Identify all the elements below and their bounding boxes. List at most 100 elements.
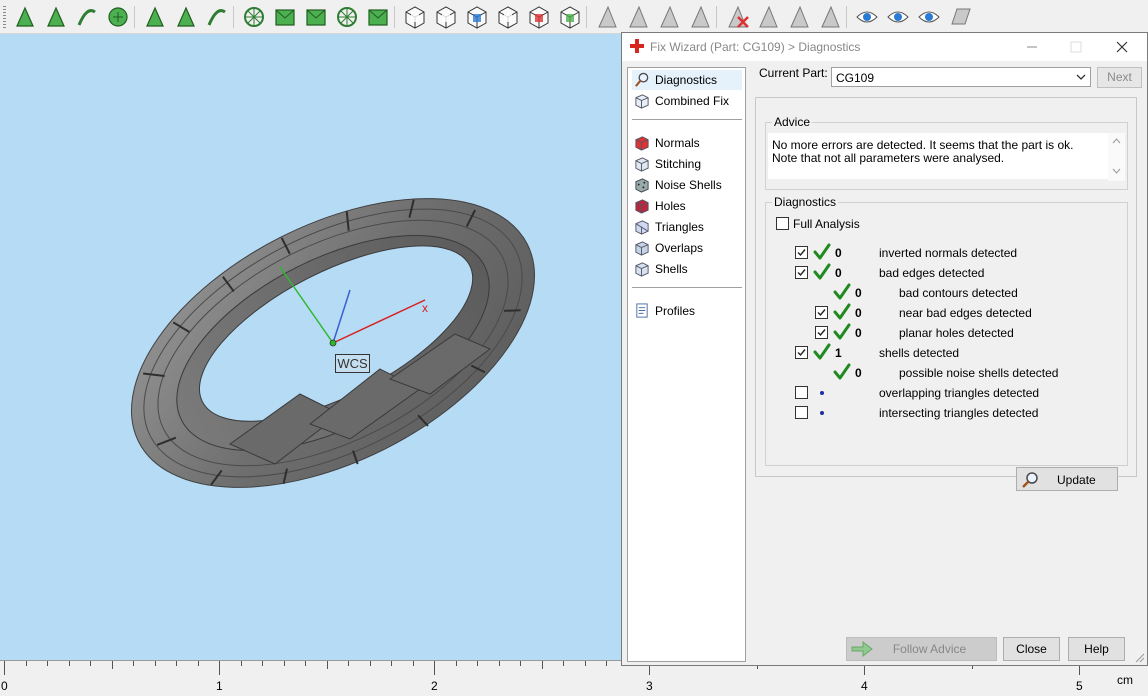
cube-front-button[interactable] <box>402 4 428 30</box>
nav-item-label: Stitching <box>655 157 702 171</box>
toolbar-grip[interactable] <box>3 6 6 28</box>
pending-dot-icon <box>820 391 824 395</box>
diagnostic-checkbox[interactable] <box>795 266 808 279</box>
ring-mode-button[interactable] <box>365 4 391 30</box>
nav-item-profiles[interactable]: Profiles <box>632 301 742 321</box>
full-analysis-checkbox[interactable] <box>776 217 789 230</box>
overlaps-icon <box>635 241 649 256</box>
nav-item-label: Profiles <box>655 304 696 318</box>
checkmark-icon <box>817 309 826 317</box>
close-window-button[interactable] <box>1100 33 1144 61</box>
ruler-tick <box>563 661 564 666</box>
nav-item-normals[interactable]: Normals <box>632 133 742 153</box>
ruler-tick <box>154 661 156 666</box>
diagnostic-label: shells detected <box>879 346 960 360</box>
diagnostic-checkbox[interactable] <box>795 246 808 259</box>
ruler-label: 3 <box>646 679 653 693</box>
diagnostic-checkbox[interactable] <box>795 386 808 399</box>
ring-model: x <box>131 198 535 488</box>
nav-item-holes[interactable]: Holes <box>632 196 742 216</box>
minimize-icon <box>1027 46 1037 48</box>
ruler-tick <box>111 661 113 669</box>
ruler-tick <box>4 661 5 675</box>
mark-surface-icon <box>77 9 96 26</box>
combined-fix-icon <box>635 94 649 109</box>
diagnostic-count: 1 <box>835 346 842 360</box>
axis-x-label: x <box>422 301 428 315</box>
triangle-mode-button[interactable] <box>241 4 267 30</box>
cube-red-button[interactable] <box>526 4 552 30</box>
diagnostic-checkbox[interactable] <box>815 306 828 319</box>
rectangle-select-button[interactable] <box>142 4 168 30</box>
nav-item-noise-shells[interactable]: Noise Shells <box>632 175 742 195</box>
lasso-select-button[interactable] <box>173 4 199 30</box>
invert-marked-button[interactable] <box>755 4 781 30</box>
cube-top-button[interactable] <box>433 4 459 30</box>
update-button[interactable]: Update <box>1016 467 1118 491</box>
minimize-button[interactable] <box>1010 33 1054 61</box>
current-part-select[interactable]: CG109 <box>831 67 1091 87</box>
resize-grip-icon[interactable] <box>1133 651 1145 663</box>
diagnostic-checkbox[interactable] <box>795 406 808 419</box>
noise-shells-icon <box>635 178 649 193</box>
nav-item-overlaps[interactable]: Overlaps <box>632 238 742 258</box>
advice-scrollbar[interactable] <box>1108 133 1125 181</box>
cube-top-icon <box>436 6 456 29</box>
nav-item-shells[interactable]: Shells <box>632 259 742 279</box>
ruler-tick <box>477 661 478 666</box>
advice-textbox[interactable]: No more errors are detected. It seems th… <box>768 133 1125 181</box>
plane-cut-button[interactable] <box>594 4 620 30</box>
plane-expand-button[interactable] <box>656 4 682 30</box>
plane-link-button[interactable] <box>687 4 713 30</box>
cube-color-button[interactable] <box>464 4 490 30</box>
view-shells-button[interactable] <box>885 4 911 30</box>
view-eye-blue-button[interactable] <box>916 4 942 30</box>
ok-check-icon <box>813 343 831 361</box>
diagnostic-checkbox[interactable] <box>815 326 828 339</box>
nav-item-triangles[interactable]: Triangles <box>632 217 742 237</box>
nav-item-combined-fix[interactable]: Combined Fix <box>632 91 742 111</box>
advice-group: Advice No more errors are detected. It s… <box>765 115 1128 190</box>
toolbar-separator <box>233 6 234 28</box>
mark-triangle-button[interactable] <box>43 4 69 30</box>
ruler-tick <box>305 661 306 666</box>
view-shells-icon <box>887 11 909 23</box>
next-button[interactable]: Next <box>1097 67 1142 88</box>
checkmark-icon <box>797 349 806 357</box>
mark-shell-button[interactable] <box>105 4 131 30</box>
cube-front-icon <box>405 6 425 29</box>
dialog-titlebar[interactable]: Fix Wizard (Part: CG109) > Diagnostics <box>622 33 1147 61</box>
nav-item-diagnostics[interactable]: Diagnostics <box>632 70 742 90</box>
ruler-tick <box>369 661 371 666</box>
view-plane-button[interactable] <box>947 4 973 30</box>
3d-viewport[interactable]: x WCS <box>0 34 622 660</box>
close-button[interactable]: Close <box>1003 637 1060 661</box>
checkmark-icon <box>817 329 826 337</box>
follow-advice-button[interactable]: Follow Advice <box>846 637 997 661</box>
help-button[interactable]: Help <box>1068 637 1125 661</box>
surface-mode-button[interactable] <box>272 4 298 30</box>
cube-green-icon <box>560 6 580 29</box>
copy-marked-button[interactable] <box>786 4 812 30</box>
brush-select-button[interactable] <box>204 4 230 30</box>
nav-item-label: Normals <box>655 136 700 150</box>
shell-mode-button[interactable] <box>303 4 329 30</box>
cube-green-button[interactable] <box>557 4 583 30</box>
shell-marked-button[interactable] <box>817 4 843 30</box>
delete-marked-button[interactable] <box>724 4 750 30</box>
ruler-label: 4 <box>861 679 868 693</box>
cube-wire-button[interactable] <box>495 4 521 30</box>
diagnostic-label: near bad edges detected <box>899 306 1032 320</box>
diagnostic-checkbox[interactable] <box>795 346 808 359</box>
nav-item-stitching[interactable]: Stitching <box>632 154 742 174</box>
plane-mark-button[interactable] <box>625 4 651 30</box>
ok-check-icon <box>813 263 831 281</box>
mark-surface-button[interactable] <box>74 4 100 30</box>
maximize-button[interactable] <box>1054 33 1098 61</box>
diagnostic-label: possible noise shells detected <box>899 366 1059 380</box>
wave-mode-button[interactable] <box>334 4 360 30</box>
select-arrow-button[interactable] <box>12 4 38 30</box>
update-label: Update <box>1057 473 1096 487</box>
view-eye-button[interactable] <box>854 4 880 30</box>
ruler-tick <box>90 661 91 666</box>
